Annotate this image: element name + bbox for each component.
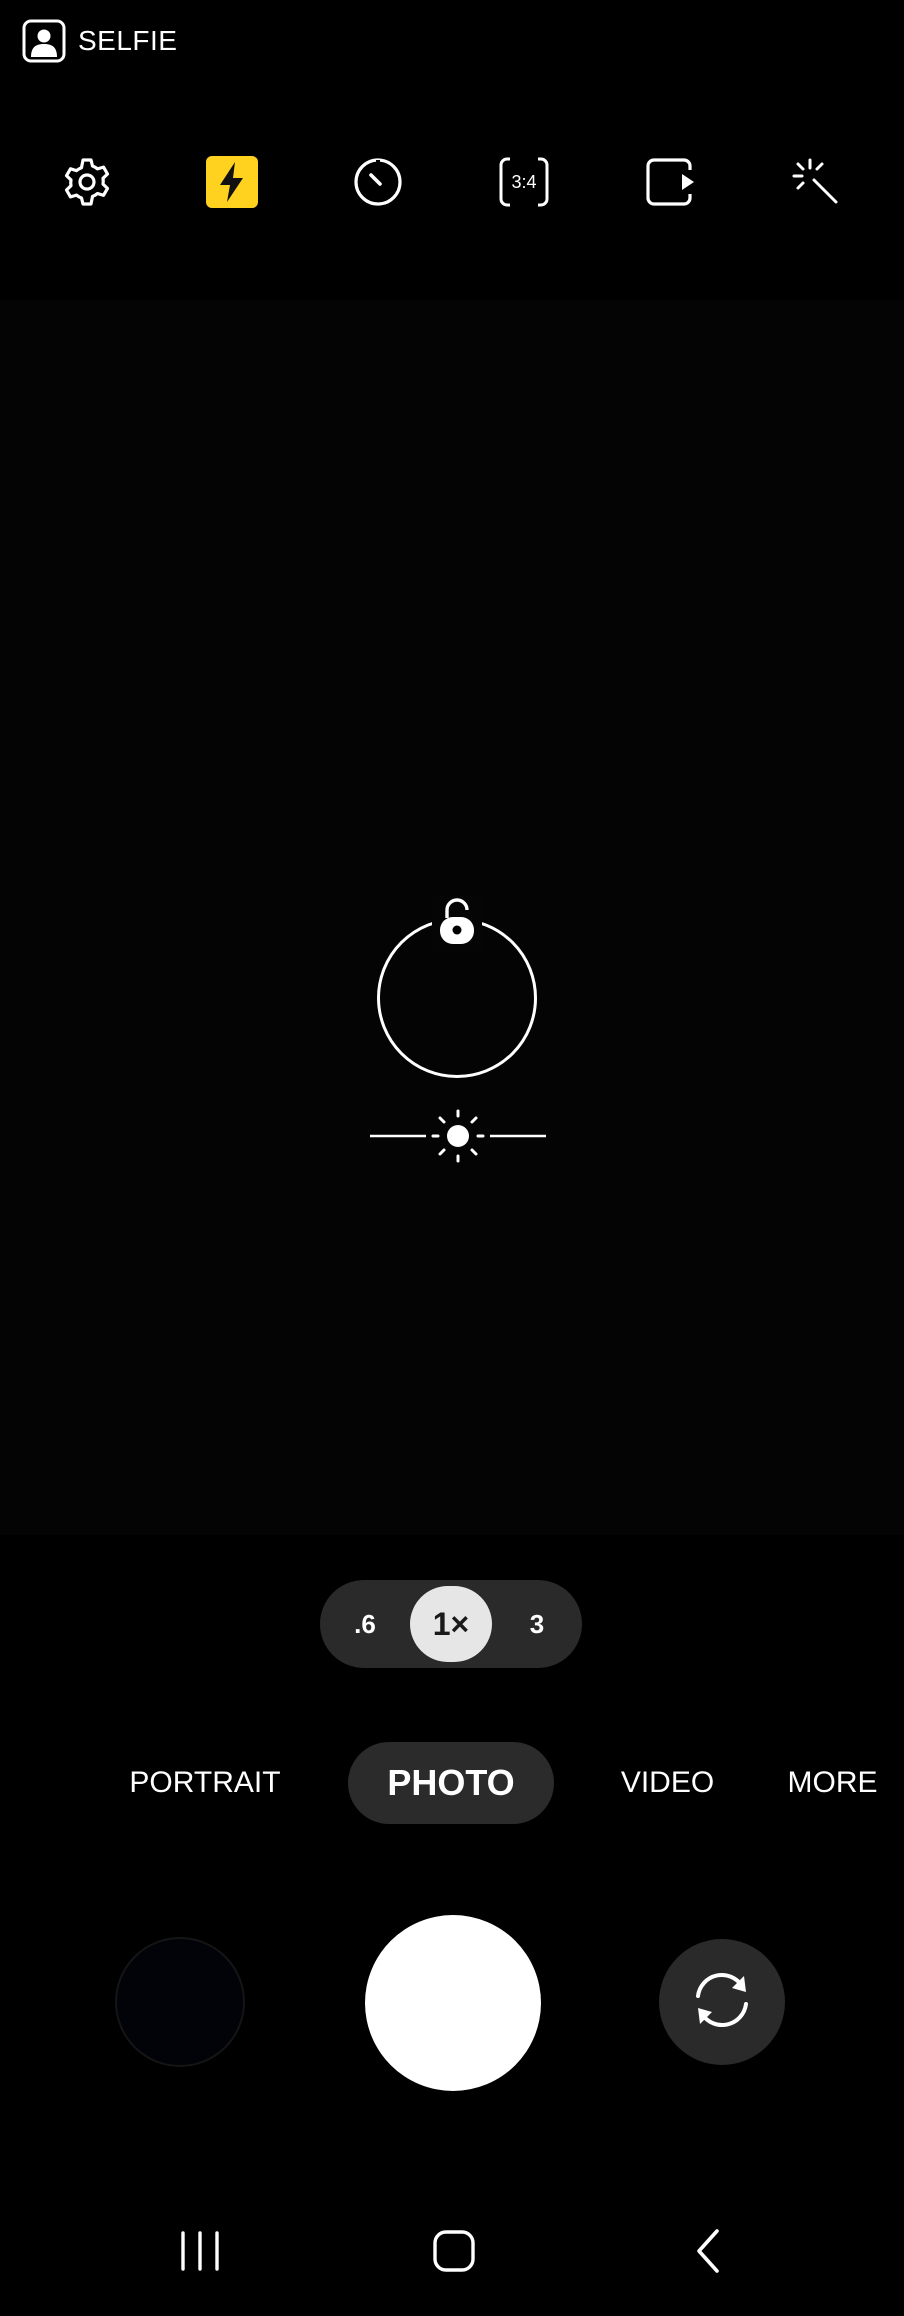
mode-portrait[interactable]: PORTRAIT [120,1742,290,1824]
system-navigation-bar [0,2210,904,2296]
ae-af-lock-button[interactable] [432,896,482,952]
back-icon [691,2227,723,2280]
motion-photo-button[interactable] [628,140,712,224]
recent-apps-button[interactable] [155,2210,245,2296]
flip-camera-icon [688,1966,756,2039]
switch-camera-button[interactable] [659,1939,785,2065]
flash-button[interactable] [190,140,274,224]
zoom-selector: .6 1× 3 [320,1580,582,1668]
aspect-ratio-icon: 3:4 [498,156,550,208]
timer-icon [352,156,404,208]
recents-icon [177,2229,223,2278]
zoom-option-3[interactable]: 3 [492,1580,582,1668]
back-button[interactable] [662,2210,752,2296]
filters-button[interactable] [774,140,858,224]
gear-icon [61,156,113,208]
zoom-option-0-6[interactable]: .6 [320,1580,410,1668]
mode-more[interactable]: MORE [780,1742,885,1824]
flash-icon [206,156,258,208]
gallery-thumbnail[interactable] [115,1937,245,2067]
mode-video[interactable]: VIDEO [605,1742,730,1824]
settings-button[interactable] [45,140,129,224]
zoom-option-1x[interactable]: 1× [410,1586,492,1662]
camera-facing-indicator: SELFIE [22,18,177,64]
selfie-icon [22,19,66,63]
aspect-ratio-button[interactable]: 3:4 [482,140,566,224]
camera-toolbar: 3:4 [0,140,904,224]
home-button[interactable] [409,2210,499,2296]
shutter-button[interactable] [365,1915,541,2091]
magic-wand-icon [790,156,842,208]
unlock-icon [437,897,477,951]
camera-mode-bar: PORTRAIT PHOTO VIDEO MORE [0,1742,904,1824]
motion-photo-icon [644,156,696,208]
aspect-ratio-label: 3:4 [511,172,536,192]
exposure-slider[interactable] [368,1108,548,1164]
timer-button[interactable] [336,140,420,224]
mode-photo[interactable]: PHOTO [348,1742,554,1824]
camera-facing-label: SELFIE [78,25,178,56]
sun-icon [431,1109,485,1163]
home-icon [432,2229,476,2278]
